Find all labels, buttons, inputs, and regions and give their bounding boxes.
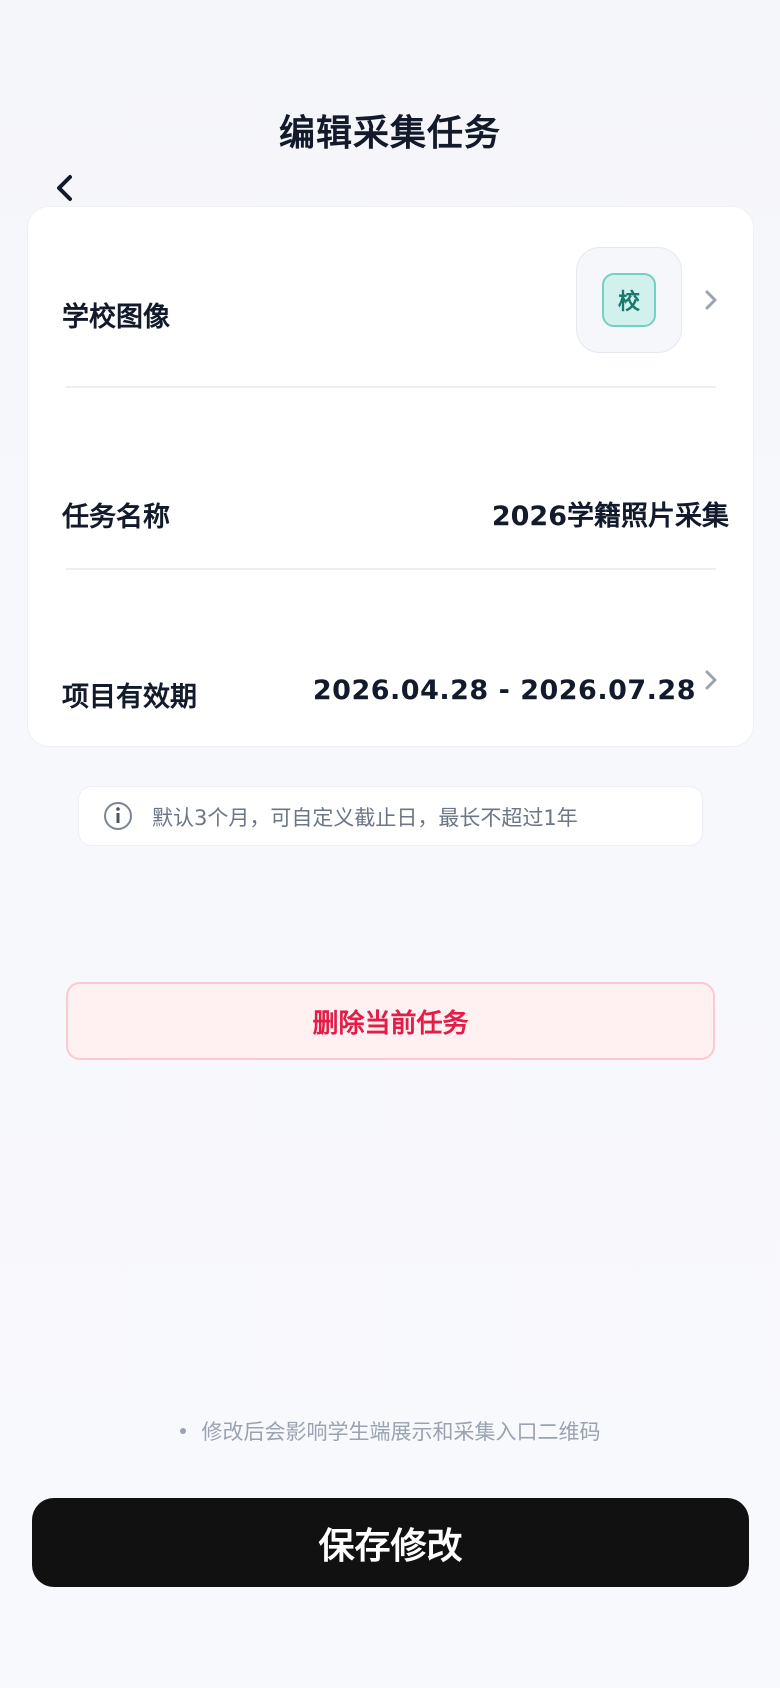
delete-task-button[interactable]: 删除当前任务: [66, 982, 715, 1060]
hint-box: 默认3个月，可自定义截止日，最长不超过1年: [78, 786, 703, 846]
divider: [66, 568, 716, 570]
school-badge: 校: [602, 273, 656, 327]
footnote-text: 修改后会影响学生端展示和采集入口二维码: [201, 1420, 601, 1444]
task-settings-card: 学校图像 校 任务名称 2026学籍照片采集 项目有效期 2026.04.28 …: [27, 206, 754, 747]
bullet-icon: [179, 1428, 186, 1434]
chevron-left-icon: [57, 175, 72, 201]
divider: [66, 386, 716, 388]
info-icon: [104, 802, 132, 830]
chevron-right-icon: [705, 670, 717, 690]
footnote: 修改后会影响学生端展示和采集入口二维码: [0, 1416, 780, 1446]
school-image-label: 学校图像: [62, 302, 170, 333]
back-button[interactable]: [48, 168, 82, 208]
school-avatar[interactable]: 校: [576, 247, 682, 353]
page-title: 编辑采集任务: [278, 113, 501, 154]
task-name-value[interactable]: 2026学籍照片采集: [492, 494, 729, 533]
validity-label: 项目有效期: [62, 682, 197, 713]
task-name-label: 任务名称: [62, 502, 170, 533]
save-button[interactable]: 保存修改: [32, 1498, 749, 1587]
hint-text: 默认3个月，可自定义截止日，最长不超过1年: [152, 806, 578, 830]
validity-value: 2026.04.28 - 2026.07.28: [312, 675, 696, 706]
chevron-right-icon: [705, 290, 717, 310]
